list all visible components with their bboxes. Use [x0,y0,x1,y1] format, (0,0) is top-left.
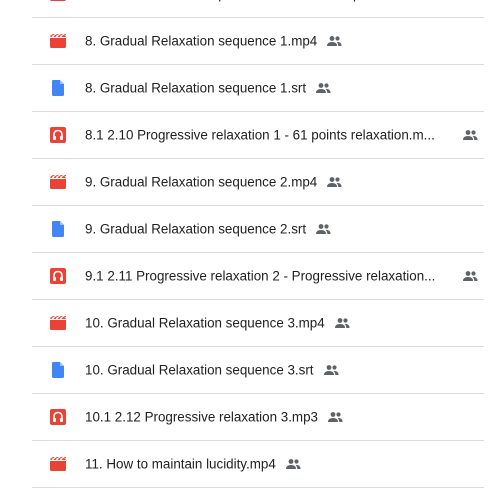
file-name-wrap: 8. Gradual Relaxation sequence 1.mp4 [85,34,478,49]
video-file-icon [50,456,66,472]
file-row[interactable]: 8. Gradual Relaxation sequence 1.srt [32,65,484,112]
file-row[interactable]: 9.1 2.11 Progressive relaxation 2 - Prog… [32,253,484,300]
file-row[interactable]: 8.1 2.10 Progressive relaxation 1 - 61 p… [32,112,484,159]
file-name[interactable]: 9. Gradual Relaxation sequence 2.mp4 [85,175,317,190]
shared-people-icon [315,82,331,94]
file-name-wrap: 8. Gradual Relaxation sequence 1.srt [85,81,478,96]
shared-people-icon [327,411,343,423]
shared-people-icon [315,223,331,235]
file-row[interactable]: 9. Gradual Relaxation sequence 2.srt [32,206,484,253]
file-name[interactable]: 8.1 2.10 Progressive relaxation 1 - 61 p… [85,128,450,143]
shared-people-icon [334,317,350,329]
shared-people-icon [462,270,478,282]
video-file-icon [50,315,66,331]
file-name-wrap: 7. Gradual Relaxation process introducti… [85,0,478,2]
file-name-wrap: 9. Gradual Relaxation sequence 2.mp4 [85,175,478,190]
shared-people-icon [462,129,478,141]
file-name-wrap: 8.1 2.10 Progressive relaxation 1 - 61 p… [85,128,478,143]
file-name-wrap: 10.1 2.12 Progressive relaxation 3.mp3 [85,410,478,425]
file-row[interactable]: 10. Gradual Relaxation sequence 3.srt [32,347,484,394]
file-name[interactable]: 7. Gradual Relaxation process introducti… [85,0,368,2]
document-file-icon [50,362,66,378]
file-name-wrap: 11. How to maintain lucidity.mp4 [85,457,478,472]
shared-people-icon [326,35,342,47]
file-row[interactable]: 10. Gradual Relaxation sequence 3.mp4 [32,300,484,347]
shared-people-icon [285,458,301,470]
file-name-wrap: 9. Gradual Relaxation sequence 2.srt [85,222,478,237]
file-name-wrap: 10. Gradual Relaxation sequence 3.srt [85,363,478,378]
file-list-rows: 7. Gradual Relaxation process introducti… [0,0,500,488]
file-name[interactable]: 9.1 2.11 Progressive relaxation 2 - Prog… [85,269,450,284]
document-file-icon [50,80,66,96]
shared-people-icon [323,364,339,376]
video-file-icon [50,174,66,190]
video-file-icon [50,33,66,49]
file-name[interactable]: 8. Gradual Relaxation sequence 1.srt [85,81,306,96]
file-name-wrap: 9.1 2.11 Progressive relaxation 2 - Prog… [85,269,478,284]
document-file-icon [50,221,66,237]
file-name[interactable]: 10. Gradual Relaxation sequence 3.mp4 [85,316,325,331]
audio-file-icon [50,127,66,143]
file-name-wrap: 10. Gradual Relaxation sequence 3.mp4 [85,316,478,331]
file-row[interactable]: 11. How to maintain lucidity.mp4 [32,441,484,488]
file-row[interactable]: 9. Gradual Relaxation sequence 2.mp4 [32,159,484,206]
file-name[interactable]: 10. Gradual Relaxation sequence 3.srt [85,363,314,378]
file-row[interactable]: 8. Gradual Relaxation sequence 1.mp4 [32,18,484,65]
file-row[interactable]: 7. Gradual Relaxation process introducti… [32,0,484,18]
file-name[interactable]: 10.1 2.12 Progressive relaxation 3.mp3 [85,410,318,425]
file-name[interactable]: 11. How to maintain lucidity.mp4 [85,457,276,472]
file-name[interactable]: 9. Gradual Relaxation sequence 2.srt [85,222,306,237]
file-row[interactable]: 10.1 2.12 Progressive relaxation 3.mp3 [32,394,484,441]
audio-file-icon [50,409,66,425]
audio-file-icon [50,268,66,284]
video-file-icon [50,0,66,2]
shared-people-icon [326,176,342,188]
file-name[interactable]: 8. Gradual Relaxation sequence 1.mp4 [85,34,317,49]
file-list: 7. Gradual Relaxation process introducti… [0,0,500,500]
